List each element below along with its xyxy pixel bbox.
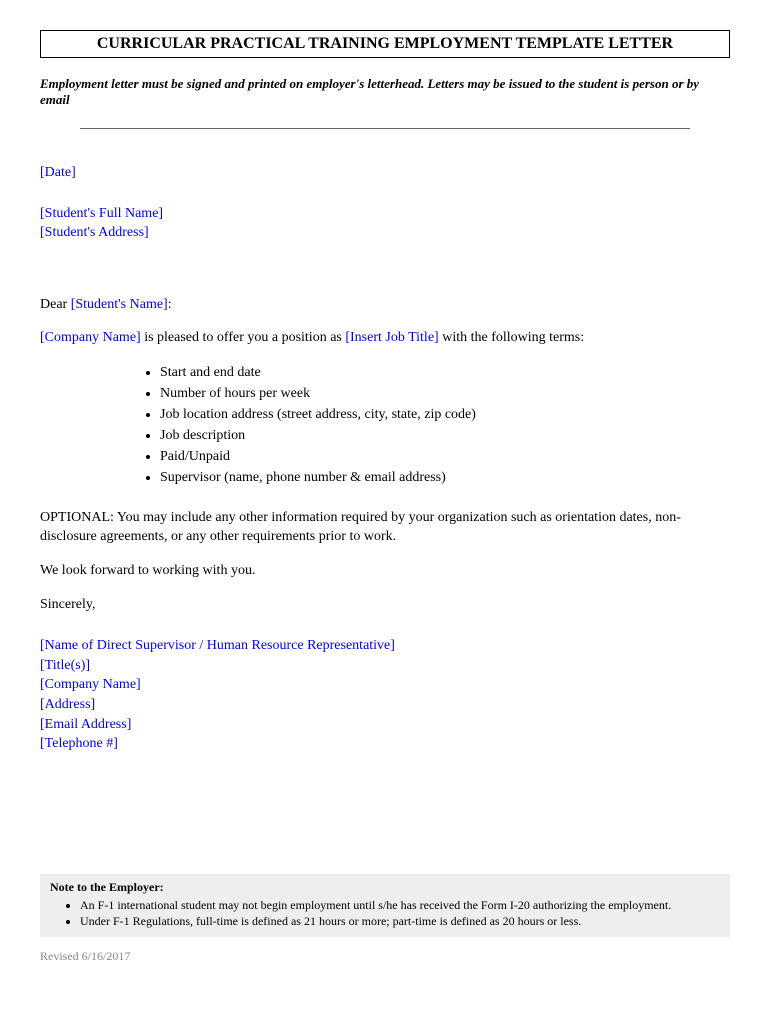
- employer-note-box: Note to the Employer: An F-1 internation…: [40, 874, 730, 937]
- sincerely-text: Sincerely,: [40, 595, 730, 615]
- recipient-block: [Student's Full Name] [Student's Address…: [40, 205, 730, 243]
- closing-paragraph: We look forward to working with you.: [40, 561, 730, 581]
- optional-paragraph: OPTIONAL: You may include any other info…: [40, 508, 730, 547]
- note-item: Under F-1 Regulations, full-time is defi…: [80, 913, 720, 929]
- company-placeholder: [Company Name]: [40, 330, 141, 345]
- salutation-suffix: :: [168, 297, 172, 312]
- note-title: Note to the Employer:: [50, 880, 720, 895]
- signature-block: [Name of Direct Supervisor / Human Resou…: [40, 636, 730, 754]
- signature-address: [Address]: [40, 695, 730, 715]
- note-item: An F-1 international student may not beg…: [80, 897, 720, 913]
- term-item: Job location address (street address, ci…: [160, 404, 730, 425]
- term-item: Start and end date: [160, 362, 730, 383]
- date-block: [Date]: [40, 164, 730, 183]
- salutation: Dear [Student's Name]:: [40, 295, 730, 315]
- offer-line: [Company Name] is pleased to offer you a…: [40, 328, 730, 348]
- student-name-placeholder: [Student's Full Name]: [40, 205, 730, 224]
- salutation-name: [Student's Name]: [71, 297, 168, 312]
- term-item: Number of hours per week: [160, 383, 730, 404]
- divider: [80, 128, 690, 129]
- student-address-placeholder: [Student's Address]: [40, 224, 730, 243]
- instruction-text: Employment letter must be signed and pri…: [40, 76, 730, 108]
- revised-date: Revised 6/16/2017: [40, 949, 730, 964]
- term-item: Paid/Unpaid: [160, 446, 730, 467]
- note-list: An F-1 international student may not beg…: [50, 897, 720, 929]
- date-placeholder: [Date]: [40, 165, 76, 180]
- job-title-placeholder: [Insert Job Title]: [345, 330, 438, 345]
- terms-list: Start and end date Number of hours per w…: [40, 362, 730, 488]
- signature-company: [Company Name]: [40, 675, 730, 695]
- term-item: Supervisor (name, phone number & email a…: [160, 467, 730, 488]
- signature-titles: [Title(s)]: [40, 656, 730, 676]
- document-title: CURRICULAR PRACTICAL TRAINING EMPLOYMENT…: [40, 30, 730, 58]
- offer-part2: with the following terms:: [439, 330, 584, 345]
- salutation-prefix: Dear: [40, 297, 71, 312]
- signature-email: [Email Address]: [40, 715, 730, 735]
- signature-telephone: [Telephone #]: [40, 734, 730, 754]
- term-item: Job description: [160, 425, 730, 446]
- signature-supervisor: [Name of Direct Supervisor / Human Resou…: [40, 636, 730, 656]
- offer-part1: is pleased to offer you a position as: [141, 330, 346, 345]
